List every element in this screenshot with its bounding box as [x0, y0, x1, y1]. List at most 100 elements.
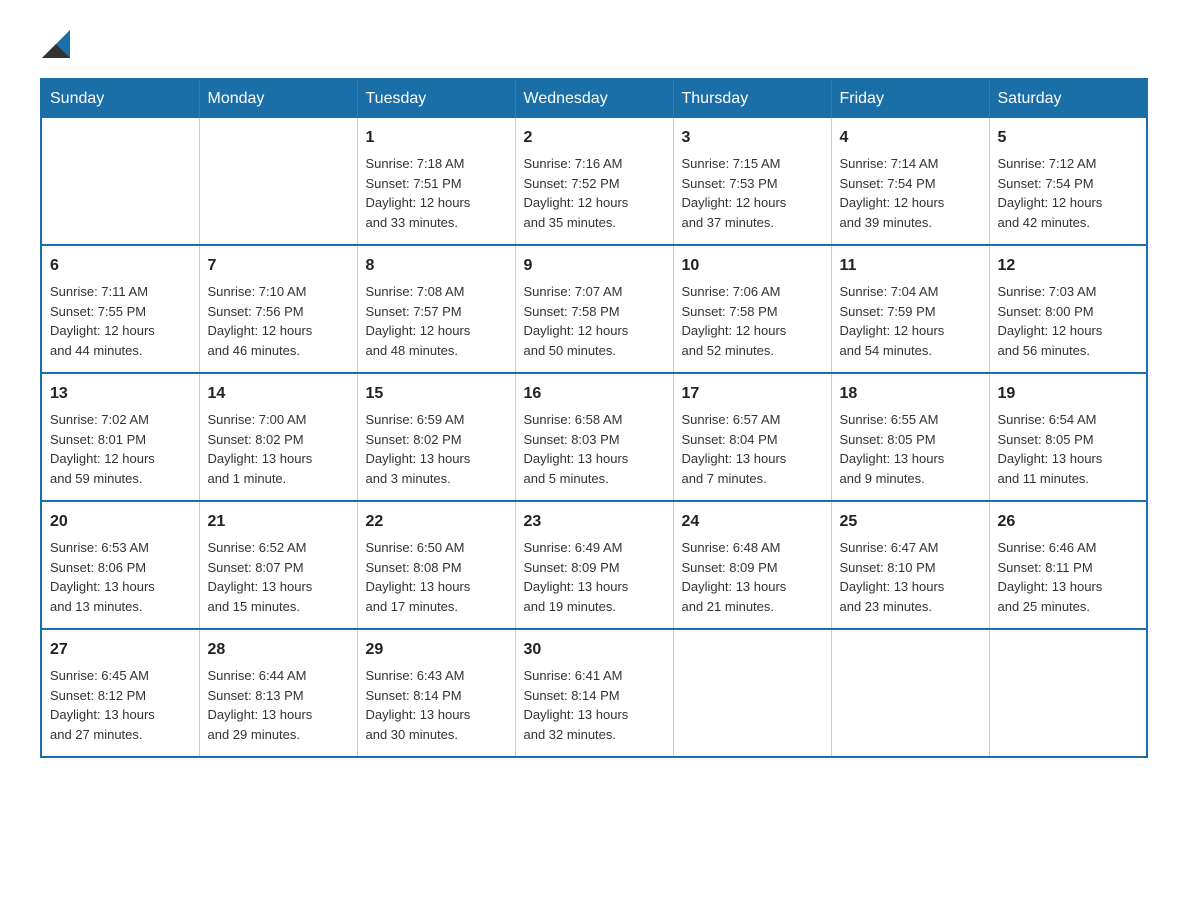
calendar-cell: 5Sunrise: 7:12 AMSunset: 7:54 PMDaylight… — [989, 118, 1147, 245]
day-info-text: and 3 minutes. — [366, 469, 507, 489]
day-info-text: Sunset: 8:06 PM — [50, 558, 191, 578]
day-info-text: Daylight: 13 hours — [682, 449, 823, 469]
day-info-text: Sunrise: 6:52 AM — [208, 538, 349, 558]
day-number: 14 — [208, 382, 349, 406]
day-info-text: and 27 minutes. — [50, 725, 191, 745]
day-of-week-tuesday: Tuesday — [357, 79, 515, 118]
day-info-text: Daylight: 12 hours — [524, 193, 665, 213]
day-info-text: Daylight: 13 hours — [50, 705, 191, 725]
day-info-text: Sunset: 8:05 PM — [840, 430, 981, 450]
day-info-text: Daylight: 12 hours — [682, 321, 823, 341]
day-info-text: Sunset: 8:08 PM — [366, 558, 507, 578]
day-info-text: Sunrise: 7:04 AM — [840, 282, 981, 302]
calendar-cell: 21Sunrise: 6:52 AMSunset: 8:07 PMDayligh… — [199, 501, 357, 629]
calendar-cell: 10Sunrise: 7:06 AMSunset: 7:58 PMDayligh… — [673, 245, 831, 373]
day-info-text: Daylight: 12 hours — [524, 321, 665, 341]
day-info-text: and 44 minutes. — [50, 341, 191, 361]
day-info-text: Sunrise: 7:18 AM — [366, 154, 507, 174]
day-info-text: Daylight: 13 hours — [524, 449, 665, 469]
day-info-text: Daylight: 13 hours — [524, 577, 665, 597]
day-info-text: Sunrise: 6:47 AM — [840, 538, 981, 558]
day-info-text: Sunrise: 6:50 AM — [366, 538, 507, 558]
day-info-text: Daylight: 12 hours — [50, 321, 191, 341]
day-number: 21 — [208, 510, 349, 534]
day-info-text: Sunrise: 7:10 AM — [208, 282, 349, 302]
day-info-text: and 17 minutes. — [366, 597, 507, 617]
day-info-text: Sunset: 8:09 PM — [524, 558, 665, 578]
day-info-text: and 46 minutes. — [208, 341, 349, 361]
day-info-text: Sunset: 8:04 PM — [682, 430, 823, 450]
day-info-text: Sunset: 7:51 PM — [366, 174, 507, 194]
day-info-text: Daylight: 13 hours — [208, 705, 349, 725]
day-info-text: Sunset: 8:05 PM — [998, 430, 1139, 450]
calendar-cell: 16Sunrise: 6:58 AMSunset: 8:03 PMDayligh… — [515, 373, 673, 501]
calendar-cell: 26Sunrise: 6:46 AMSunset: 8:11 PMDayligh… — [989, 501, 1147, 629]
calendar-cell — [831, 629, 989, 757]
calendar-body: 1Sunrise: 7:18 AMSunset: 7:51 PMDaylight… — [41, 118, 1147, 757]
day-info-text: Daylight: 13 hours — [840, 449, 981, 469]
day-info-text: Sunrise: 7:06 AM — [682, 282, 823, 302]
day-info-text: Sunset: 8:03 PM — [524, 430, 665, 450]
calendar-cell: 9Sunrise: 7:07 AMSunset: 7:58 PMDaylight… — [515, 245, 673, 373]
day-number: 7 — [208, 254, 349, 278]
day-info-text: Sunrise: 7:12 AM — [998, 154, 1139, 174]
day-number: 19 — [998, 382, 1139, 406]
day-info-text: Sunset: 7:54 PM — [998, 174, 1139, 194]
day-info-text: Sunset: 8:13 PM — [208, 686, 349, 706]
day-number: 23 — [524, 510, 665, 534]
day-number: 29 — [366, 638, 507, 662]
day-of-week-saturday: Saturday — [989, 79, 1147, 118]
day-info-text: Daylight: 13 hours — [998, 449, 1139, 469]
day-info-text: Sunrise: 6:43 AM — [366, 666, 507, 686]
day-info-text: Sunset: 7:58 PM — [524, 302, 665, 322]
day-number: 26 — [998, 510, 1139, 534]
day-info-text: and 13 minutes. — [50, 597, 191, 617]
day-info-text: and 32 minutes. — [524, 725, 665, 745]
day-number: 9 — [524, 254, 665, 278]
day-info-text: Sunset: 8:00 PM — [998, 302, 1139, 322]
day-info-text: Sunset: 8:11 PM — [998, 558, 1139, 578]
day-info-text: Sunrise: 6:54 AM — [998, 410, 1139, 430]
day-number: 10 — [682, 254, 823, 278]
day-info-text: Daylight: 13 hours — [682, 577, 823, 597]
calendar-cell: 8Sunrise: 7:08 AMSunset: 7:57 PMDaylight… — [357, 245, 515, 373]
calendar-cell: 28Sunrise: 6:44 AMSunset: 8:13 PMDayligh… — [199, 629, 357, 757]
calendar-cell — [199, 118, 357, 245]
day-number: 20 — [50, 510, 191, 534]
day-info-text: and 15 minutes. — [208, 597, 349, 617]
day-info-text: and 56 minutes. — [998, 341, 1139, 361]
day-info-text: Daylight: 13 hours — [208, 577, 349, 597]
day-info-text: Sunset: 8:01 PM — [50, 430, 191, 450]
day-number: 22 — [366, 510, 507, 534]
calendar-cell — [989, 629, 1147, 757]
calendar-cell: 7Sunrise: 7:10 AMSunset: 7:56 PMDaylight… — [199, 245, 357, 373]
day-info-text: and 50 minutes. — [524, 341, 665, 361]
day-info-text: Sunrise: 7:11 AM — [50, 282, 191, 302]
calendar-cell: 18Sunrise: 6:55 AMSunset: 8:05 PMDayligh… — [831, 373, 989, 501]
day-info-text: Sunrise: 6:59 AM — [366, 410, 507, 430]
day-info-text: and 11 minutes. — [998, 469, 1139, 489]
calendar-week-row: 1Sunrise: 7:18 AMSunset: 7:51 PMDaylight… — [41, 118, 1147, 245]
logo-icon — [42, 30, 70, 58]
day-info-text: Daylight: 13 hours — [50, 577, 191, 597]
day-number: 13 — [50, 382, 191, 406]
day-info-text: and 5 minutes. — [524, 469, 665, 489]
calendar-cell: 1Sunrise: 7:18 AMSunset: 7:51 PMDaylight… — [357, 118, 515, 245]
day-info-text: Sunrise: 6:48 AM — [682, 538, 823, 558]
day-info-text: Sunrise: 6:44 AM — [208, 666, 349, 686]
day-info-text: Daylight: 13 hours — [208, 449, 349, 469]
day-info-text: Sunrise: 7:02 AM — [50, 410, 191, 430]
day-info-text: Sunset: 8:09 PM — [682, 558, 823, 578]
day-info-text: Sunset: 8:02 PM — [366, 430, 507, 450]
day-number: 3 — [682, 126, 823, 150]
calendar-week-row: 27Sunrise: 6:45 AMSunset: 8:12 PMDayligh… — [41, 629, 1147, 757]
days-of-week-row: SundayMondayTuesdayWednesdayThursdayFrid… — [41, 79, 1147, 118]
day-number: 15 — [366, 382, 507, 406]
calendar-cell: 3Sunrise: 7:15 AMSunset: 7:53 PMDaylight… — [673, 118, 831, 245]
day-info-text: Daylight: 12 hours — [682, 193, 823, 213]
day-number: 25 — [840, 510, 981, 534]
day-info-text: Sunset: 8:02 PM — [208, 430, 349, 450]
calendar-cell: 23Sunrise: 6:49 AMSunset: 8:09 PMDayligh… — [515, 501, 673, 629]
day-info-text: Sunrise: 6:45 AM — [50, 666, 191, 686]
day-info-text: Daylight: 12 hours — [366, 321, 507, 341]
